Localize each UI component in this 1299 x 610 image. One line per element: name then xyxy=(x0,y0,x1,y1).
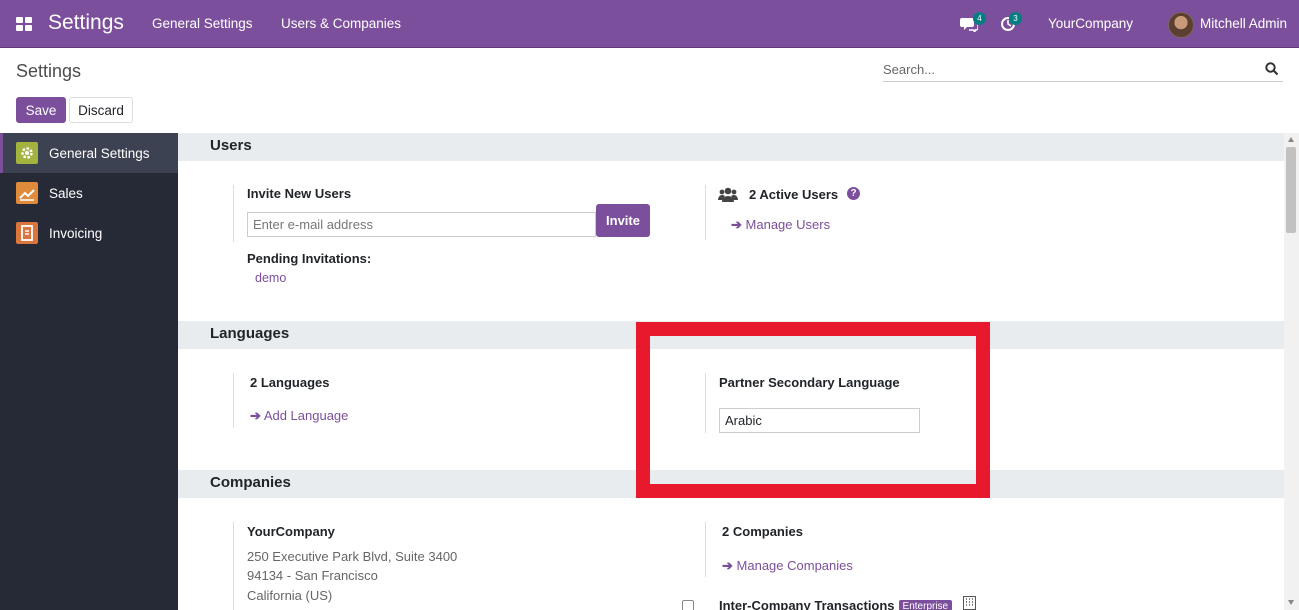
enterprise-badge: Enterprise xyxy=(898,600,953,610)
search-input[interactable] xyxy=(883,58,1253,80)
search-bar xyxy=(883,58,1283,82)
active-users-count: 2 xyxy=(749,187,757,202)
invite-email-input[interactable] xyxy=(247,212,596,237)
search-icon[interactable] xyxy=(1265,62,1279,76)
partner-secondary-language-select[interactable]: Arabic xyxy=(719,408,920,433)
user-avatar[interactable] xyxy=(1168,12,1194,38)
page-title: Settings xyxy=(16,61,82,81)
languages-count-label: 2 Languages xyxy=(250,375,329,390)
scrollbar-thumb[interactable] xyxy=(1286,147,1296,233)
chart-icon xyxy=(16,182,38,204)
sidebar-item-sales[interactable]: Sales xyxy=(0,173,178,213)
gear-icon xyxy=(16,142,38,164)
company-switcher[interactable]: YourCompany xyxy=(1048,16,1133,31)
section-header-languages: Languages xyxy=(178,321,1284,349)
companies-count: 2 xyxy=(722,524,730,539)
sidebar-item-invoicing[interactable]: Invoicing xyxy=(0,213,178,253)
section-header-users: Users xyxy=(178,133,1284,161)
manage-companies-link[interactable]: ➔ Manage Companies xyxy=(722,558,853,574)
partner-secondary-language-title: Partner Secondary Language xyxy=(719,375,900,390)
user-menu[interactable]: Mitchell Admin xyxy=(1200,16,1287,31)
manage-users-link[interactable]: ➔ Manage Users xyxy=(731,217,830,233)
messages-badge: 4 xyxy=(973,12,986,25)
apps-menu-icon[interactable] xyxy=(16,17,32,31)
settings-content: Users Invite New Users Invite Pending In… xyxy=(178,133,1284,610)
companies-text: Companies xyxy=(732,524,803,539)
building-icon xyxy=(963,596,976,610)
arrow-right-icon: ➔ xyxy=(731,217,742,232)
languages-text: Languages xyxy=(260,375,330,390)
divider xyxy=(233,185,234,242)
app-brand[interactable]: Settings xyxy=(48,11,124,35)
inter-company-checkbox[interactable] xyxy=(682,600,694,610)
company-address-line2: 94134 - San Francisco xyxy=(247,568,378,583)
arrow-right-icon: ➔ xyxy=(722,558,733,573)
divider xyxy=(705,185,706,240)
inter-company-label: Inter-Company Transactions Enterprise xyxy=(719,598,953,610)
pending-user-link[interactable]: demo xyxy=(255,271,286,285)
menu-users-companies[interactable]: Users & Companies xyxy=(281,16,401,31)
divider xyxy=(233,522,234,610)
section-header-companies: Companies xyxy=(178,470,1284,498)
divider xyxy=(233,373,234,428)
active-users-label: 2 Active Users xyxy=(749,187,838,202)
help-icon[interactable]: ? xyxy=(847,187,860,200)
company-address-line1: 250 Executive Park Blvd, Suite 3400 xyxy=(247,549,458,564)
companies-count-label: 2 Companies xyxy=(722,524,803,539)
invoice-icon xyxy=(16,222,38,244)
scroll-down-icon[interactable] xyxy=(1288,600,1294,605)
top-navbar: Settings General Settings Users & Compan… xyxy=(0,0,1299,48)
arrow-right-icon: ➔ xyxy=(250,408,261,423)
sidebar-item-label: General Settings xyxy=(49,145,150,161)
menu-general-settings[interactable]: General Settings xyxy=(152,16,253,31)
company-name: YourCompany xyxy=(247,524,335,539)
invite-button[interactable]: Invite xyxy=(596,204,650,237)
sidebar-item-label: Invoicing xyxy=(49,225,103,241)
content-scrollbar[interactable] xyxy=(1284,133,1299,610)
invite-users-title: Invite New Users xyxy=(247,186,352,201)
add-language-link[interactable]: ➔ Add Language xyxy=(250,408,348,424)
pending-invitations-title: Pending Invitations: xyxy=(247,251,372,266)
inter-company-text: Inter-Company Transactions xyxy=(719,598,895,610)
settings-sidebar: General Settings Sales Invoicing xyxy=(0,133,178,610)
company-address-line3: California (US) xyxy=(247,588,333,603)
divider xyxy=(705,522,706,577)
sidebar-item-label: Sales xyxy=(49,185,83,201)
languages-count: 2 xyxy=(250,375,258,390)
save-button[interactable]: Save xyxy=(16,97,66,123)
add-language-text: Add Language xyxy=(263,408,349,423)
discard-button[interactable]: Discard xyxy=(69,97,133,123)
activities-badge: 3 xyxy=(1009,12,1022,25)
sidebar-item-general-settings[interactable]: General Settings xyxy=(0,133,178,173)
scroll-up-icon[interactable] xyxy=(1288,137,1294,142)
manage-companies-text: Manage Companies xyxy=(736,558,853,573)
active-users-text: Active Users xyxy=(759,187,839,202)
users-icon xyxy=(718,186,738,204)
divider xyxy=(705,373,706,433)
manage-users-text: Manage Users xyxy=(745,217,831,232)
